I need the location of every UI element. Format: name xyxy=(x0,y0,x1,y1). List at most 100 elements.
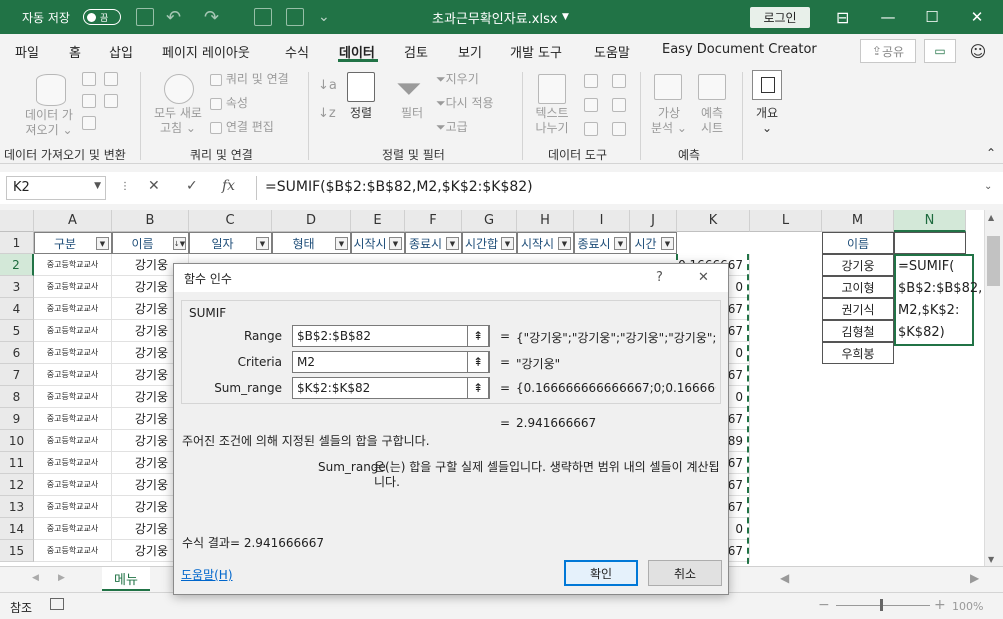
filter-dropdown-icon[interactable]: ▼ xyxy=(389,237,402,250)
forecast-sheet-button[interactable]: 예측 시트 xyxy=(694,106,730,136)
header-cell[interactable]: 일자 ▼ xyxy=(189,232,272,254)
clear-filter-button[interactable]: ⏷지우기 xyxy=(436,72,479,87)
header-cell[interactable]: 시작시 ▼ xyxy=(517,232,574,254)
row-header[interactable]: 3 xyxy=(0,276,34,298)
col-header-k[interactable]: K xyxy=(677,210,750,232)
sort-button[interactable]: 정렬 xyxy=(346,106,376,121)
cell-n2-editing[interactable]: =SUMIF( $B$2:$B$82, M2,$K$2: $K$82) xyxy=(894,254,982,346)
zoom-level[interactable]: 100% xyxy=(952,600,983,613)
arg-input-range[interactable]: $B$2:$B$82 xyxy=(292,325,490,347)
from-text-icon[interactable] xyxy=(82,72,96,86)
header-cell[interactable]: 시간합 ▼ xyxy=(462,232,517,254)
edit-links-button[interactable]: 연결 편집 xyxy=(210,120,274,135)
remove-duplicates-icon[interactable] xyxy=(584,98,598,112)
cell-n1[interactable] xyxy=(894,232,966,254)
col-header-m[interactable]: M xyxy=(822,210,894,232)
header-cell[interactable]: 이름 ↓▼ xyxy=(112,232,189,254)
dialog-help-icon[interactable]: ? xyxy=(656,270,663,285)
col-header-d[interactable]: D xyxy=(272,210,351,232)
zoom-out-icon[interactable]: − xyxy=(818,597,830,613)
filter-dropdown-icon[interactable]: ▼ xyxy=(558,237,571,250)
properties-button[interactable]: 속성 xyxy=(210,96,248,111)
row-header[interactable]: 2 xyxy=(0,254,34,276)
row-header[interactable]: 15 xyxy=(0,540,34,562)
title-dropdown-icon[interactable]: ▼ xyxy=(562,0,569,34)
prev-sheet-icon[interactable]: ◀ xyxy=(32,573,39,583)
formula-input[interactable]: =SUMIF($B$2:$B$82,M2,$K$2:$K$82) xyxy=(256,176,996,200)
reapply-button[interactable]: ⏷다시 적용 xyxy=(436,96,494,111)
minimize-button[interactable]: — xyxy=(866,0,910,34)
collapse-ribbon-icon[interactable]: ⌃ xyxy=(986,146,996,161)
header-cell[interactable]: 형태 ▼ xyxy=(272,232,351,254)
filter-dropdown-icon[interactable]: ▼ xyxy=(661,237,674,250)
autosave-toggle[interactable]: 끔 xyxy=(83,0,121,34)
cell-a[interactable]: 중고등학교교사 xyxy=(34,342,112,364)
redo-icon[interactable]: ↷ xyxy=(204,0,219,34)
col-header-l[interactable]: L xyxy=(750,210,822,232)
col-header-n[interactable]: N xyxy=(894,210,966,232)
cancel-icon[interactable]: ✕ xyxy=(148,178,160,194)
scroll-up-icon[interactable]: ▲ xyxy=(988,213,994,222)
relationships-icon[interactable] xyxy=(612,98,626,112)
tab-home[interactable]: 홈 xyxy=(69,42,81,61)
next-sheet-icon[interactable]: ▶ xyxy=(58,573,65,583)
sheet-tab-menu[interactable]: 메뉴 xyxy=(102,567,150,591)
cell-m[interactable]: 김형철 xyxy=(822,320,894,342)
existing-connections-icon[interactable] xyxy=(82,116,96,130)
row-header[interactable]: 7 xyxy=(0,364,34,386)
tab-easy-document-creator[interactable]: Easy Document Creator xyxy=(662,42,817,57)
comments-button[interactable]: ▭ xyxy=(924,39,956,63)
chevron-down-icon[interactable]: ▼ xyxy=(94,181,101,191)
from-table-icon[interactable] xyxy=(82,94,96,108)
cell-a[interactable]: 중고등학교교사 xyxy=(34,430,112,452)
tab-file[interactable]: 파일 xyxy=(15,42,39,61)
quick-access-icon-2[interactable] xyxy=(286,8,304,26)
cell-a[interactable]: 중고등학교교사 xyxy=(34,496,112,518)
tab-page-layout[interactable]: 페이지 레이아웃 xyxy=(162,42,250,61)
col-header-i[interactable]: I xyxy=(574,210,630,232)
flash-fill-icon[interactable] xyxy=(584,74,598,88)
expand-formula-icon[interactable]: ⌄ xyxy=(984,181,992,192)
login-button[interactable]: 로그인 xyxy=(750,7,810,28)
filter-dropdown-icon[interactable]: ▼ xyxy=(446,237,459,250)
header-cell[interactable]: 시작시 ▼ xyxy=(351,232,405,254)
insert-function-icon[interactable]: fx xyxy=(222,178,235,194)
sort-asc-icon[interactable]: ↓a xyxy=(318,78,337,93)
tab-view[interactable]: 보기 xyxy=(458,42,482,61)
col-header-b[interactable]: B xyxy=(112,210,189,232)
filter-dropdown-icon[interactable]: ▼ xyxy=(96,237,109,250)
collapse-dialog-icon[interactable]: ⇞ xyxy=(467,325,489,347)
dialog-close-icon[interactable]: ✕ xyxy=(698,270,709,285)
filter-dropdown-icon[interactable]: ▼ xyxy=(501,237,514,250)
macro-record-icon[interactable] xyxy=(50,598,64,610)
cell-m[interactable]: 권기식 xyxy=(822,298,894,320)
cell-a[interactable]: 중고등학교교사 xyxy=(34,298,112,320)
customize-qat-icon[interactable]: ⌄ xyxy=(318,0,330,34)
collapse-dialog-icon[interactable]: ⇞ xyxy=(467,377,489,399)
ribbon-display-icon[interactable]: ⊟ xyxy=(836,0,849,34)
outline-button[interactable] xyxy=(752,70,782,100)
cancel-button[interactable]: 취소 xyxy=(648,560,722,586)
filter-dropdown-icon[interactable]: ▼ xyxy=(335,237,348,250)
tab-formulas[interactable]: 수식 xyxy=(285,42,309,61)
tab-developer[interactable]: 개발 도구 xyxy=(510,42,562,61)
arg-input-criteria[interactable]: M2 xyxy=(292,351,490,373)
row-header[interactable]: 4 xyxy=(0,298,34,320)
from-web-icon[interactable] xyxy=(104,72,118,86)
data-validation-icon[interactable] xyxy=(584,122,598,136)
row-header[interactable]: 11 xyxy=(0,452,34,474)
cell-a[interactable]: 중고등학교교사 xyxy=(34,276,112,298)
row-header[interactable]: 12 xyxy=(0,474,34,496)
restore-button[interactable]: ☐ xyxy=(910,0,954,34)
get-data-button[interactable]: 데이터 가 져오기 ⌄ xyxy=(18,108,80,138)
cell-a[interactable]: 중고등학교교사 xyxy=(34,474,112,496)
close-button[interactable]: ✕ xyxy=(955,0,999,34)
col-header-j[interactable]: J xyxy=(630,210,677,232)
cell-a[interactable]: 중고등학교교사 xyxy=(34,364,112,386)
cell-m[interactable]: 강기웅 xyxy=(822,254,894,276)
what-if-button[interactable]: 가상 분석 ⌄ xyxy=(646,106,692,136)
select-all-corner[interactable] xyxy=(0,210,34,232)
ok-button[interactable]: 확인 xyxy=(564,560,638,586)
header-cell[interactable]: 종료시 ▼ xyxy=(405,232,462,254)
col-header-f[interactable]: F xyxy=(405,210,462,232)
